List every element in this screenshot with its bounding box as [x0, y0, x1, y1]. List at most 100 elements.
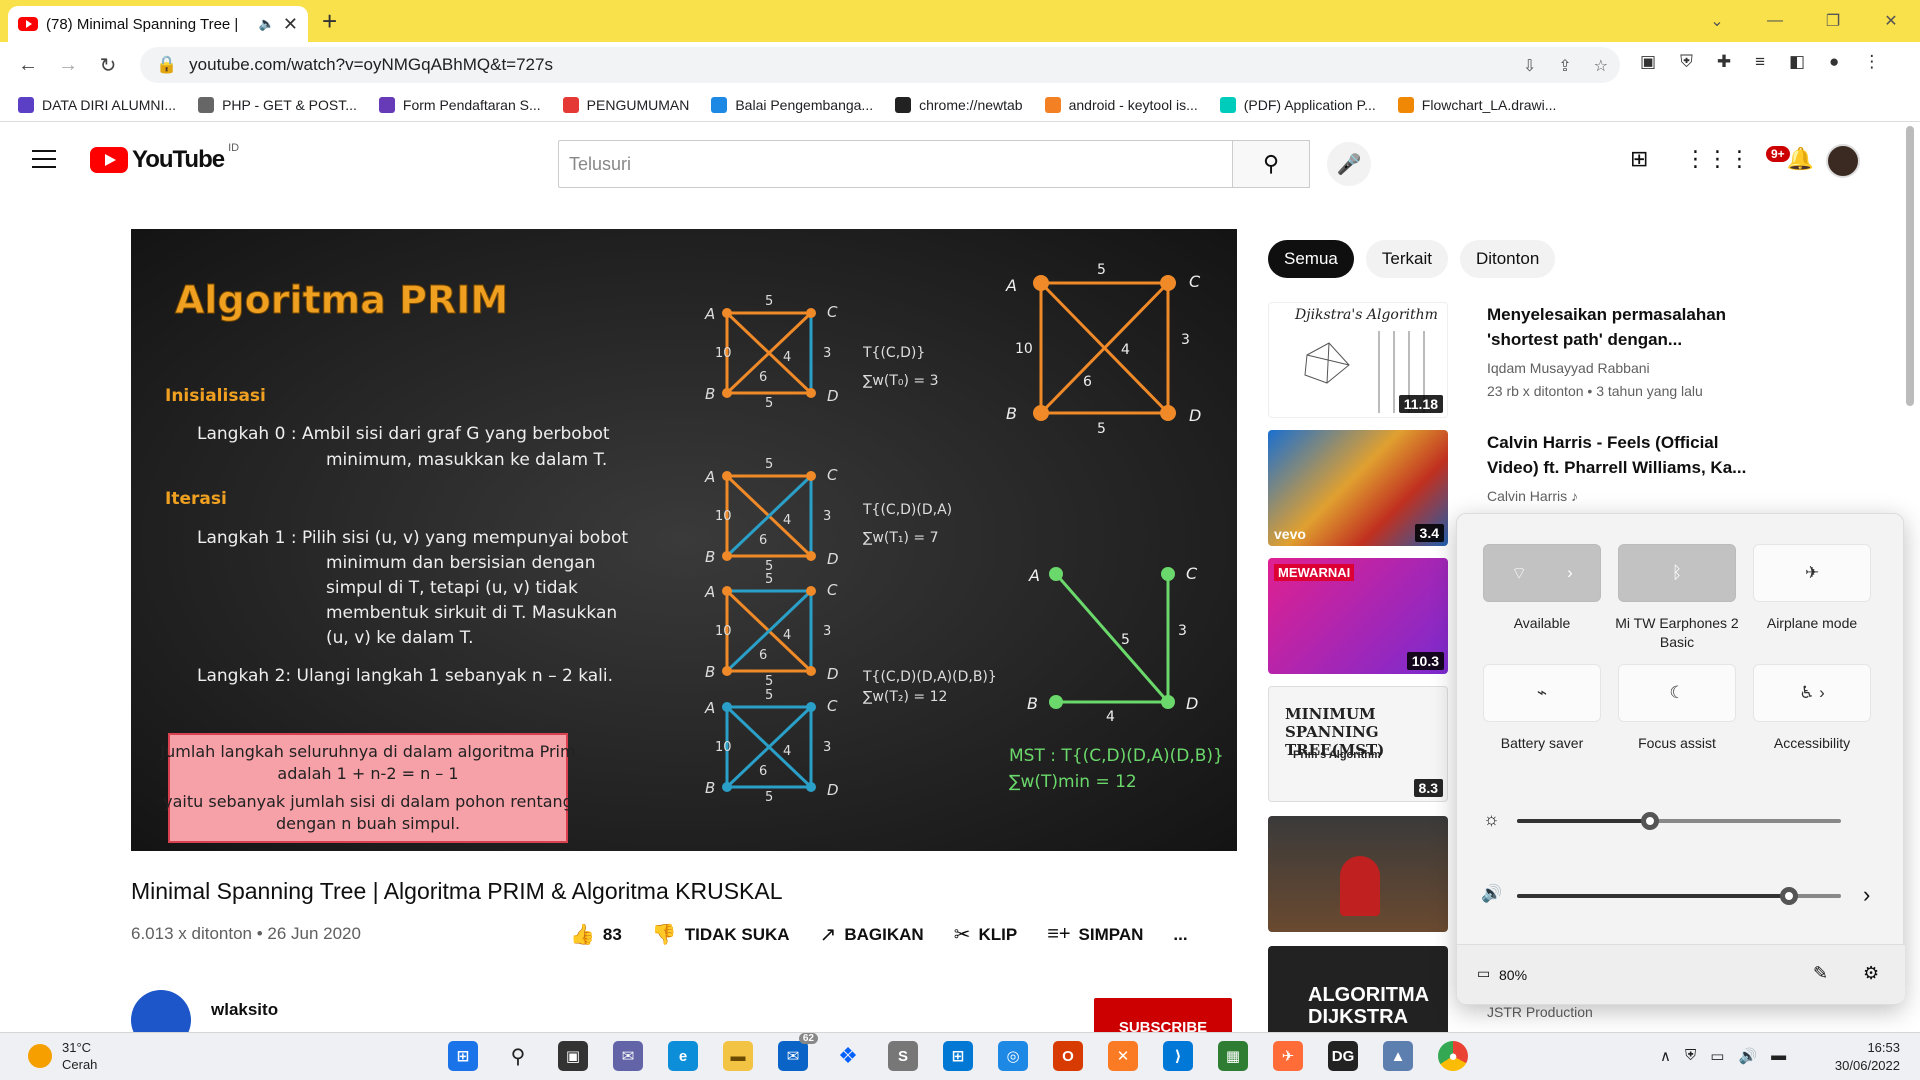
app-swirl-icon[interactable]: ◎	[998, 1041, 1028, 1071]
speaker-icon[interactable]: 🔈	[259, 16, 275, 32]
search-button[interactable]: ⚲	[1232, 140, 1310, 188]
menu-hamburger-icon[interactable]	[32, 150, 56, 168]
new-tab-button[interactable]: +	[322, 6, 337, 37]
search-icon[interactable]: ⚲	[503, 1041, 533, 1071]
bookmark-item[interactable]: Balai Pengembanga...	[711, 96, 873, 113]
file-explorer-icon[interactable]: ▬	[723, 1041, 753, 1071]
tab-search-icon[interactable]: ⌄	[1688, 11, 1746, 31]
chip-ditonton[interactable]: Ditonton	[1459, 240, 1556, 278]
app-window-icon[interactable]: ▦	[1218, 1041, 1248, 1071]
related-channel[interactable]: Calvin Harris ♪	[1487, 488, 1578, 504]
accessibility-tile[interactable]: ♿ ›	[1753, 664, 1871, 722]
bookmark-item[interactable]: DATA DIRI ALUMNI...	[18, 96, 176, 113]
vscode-icon[interactable]: ⟩	[1163, 1041, 1193, 1071]
related-title[interactable]: Menyelesaikan permasalahan 'shortest pat…	[1487, 302, 1747, 352]
start-windows-icon[interactable]: ⊞	[448, 1041, 478, 1071]
channel-name[interactable]: wlaksito	[211, 1000, 278, 1020]
chrome-icon[interactable]: ●	[1438, 1041, 1468, 1071]
more-actions-button[interactable]: ...	[1173, 925, 1187, 945]
install-icon[interactable]: ⇩	[1523, 56, 1536, 76]
voice-search-button[interactable]: 🎤	[1327, 142, 1371, 186]
vpn-shield-icon[interactable]: ⛨	[1685, 1047, 1696, 1065]
related-thumbnail[interactable]: MEWARNAI 10.3	[1268, 558, 1448, 674]
notifications-bell-icon[interactable]: 🔔	[1786, 146, 1813, 172]
related-thumbnail[interactable]: MINIMUM SPANNING TREE(MST) Prim's Algori…	[1268, 686, 1448, 802]
apps-grid-icon[interactable]: ⋮⋮⋮	[1684, 146, 1750, 172]
save-button[interactable]: ≡+ SIMPAN	[1047, 923, 1143, 946]
related-channel[interactable]: Iqdam Musayyad Rabbani	[1487, 360, 1650, 376]
datagrip-icon[interactable]: DG	[1328, 1041, 1358, 1071]
volume-tray-icon[interactable]: 🔊	[1738, 1047, 1757, 1065]
shield-icon[interactable]: ⛨	[1680, 52, 1693, 72]
dropbox-icon[interactable]: ❖	[833, 1041, 863, 1071]
brightness-slider[interactable]	[1517, 812, 1841, 830]
extension-a-icon[interactable]: ▣	[1640, 52, 1656, 72]
task-view-icon[interactable]: ▣	[558, 1041, 588, 1071]
media-queue-icon[interactable]: ≡	[1755, 52, 1765, 72]
bookmark-item[interactable]: PHP - GET & POST...	[198, 96, 357, 113]
bookmark-star-icon[interactable]: ☆	[1594, 56, 1608, 76]
edge-icon[interactable]: e	[668, 1041, 698, 1071]
clock[interactable]: 16:53 30/06/2022	[1822, 1039, 1900, 1075]
sublime-icon[interactable]: S	[888, 1041, 918, 1071]
reload-button[interactable]: ↻	[88, 53, 128, 78]
chip-semua[interactable]: Semua	[1268, 240, 1354, 278]
edit-pencil-icon[interactable]: ✎	[1813, 963, 1828, 984]
share-icon[interactable]: ⇪	[1558, 56, 1571, 76]
bookmark-item[interactable]: Flowchart_LA.drawi...	[1397, 96, 1556, 113]
wifi-tile[interactable]: ⌔ ›	[1483, 544, 1601, 602]
browser-tab[interactable]: (78) Minimal Spanning Tree | 🔈 ✕	[8, 6, 308, 42]
lock-icon[interactable]: 🔒	[156, 55, 177, 75]
menu-kebab-icon[interactable]: ⋮	[1863, 52, 1880, 72]
video-player[interactable]: Algoritma PRIM Inisialisasi Langkah 0 : …	[131, 229, 1237, 851]
bookmark-item[interactable]: chrome://newtab	[895, 96, 1023, 113]
user-avatar[interactable]	[1826, 144, 1860, 178]
related-thumbnail[interactable]	[1268, 816, 1448, 932]
page-scrollbar[interactable]	[1906, 126, 1914, 406]
network-icon[interactable]: ▭	[1710, 1047, 1724, 1065]
related-channel[interactable]: JSTR Production	[1487, 1004, 1593, 1020]
store-icon[interactable]: ⊞	[943, 1041, 973, 1071]
office-icon[interactable]: O	[1053, 1041, 1083, 1071]
weather-widget[interactable]: 31°C Cerah	[28, 1039, 97, 1073]
related-thumbnail[interactable]: Djikstra's Algorithm 11.18	[1268, 302, 1448, 418]
volume-slider[interactable]	[1517, 887, 1841, 905]
battery-percent[interactable]: 80%	[1499, 967, 1527, 983]
mail-icon[interactable]: ✉ 62	[778, 1033, 818, 1071]
bluetooth-tile[interactable]: ᛒ	[1618, 544, 1736, 602]
chevron-right-icon[interactable]: ›	[1567, 563, 1573, 583]
postman-icon[interactable]: ✈	[1273, 1041, 1303, 1071]
profile-icon[interactable]: ●	[1829, 52, 1839, 72]
settings-gear-icon[interactable]: ⚙	[1863, 963, 1879, 984]
chart-app-icon[interactable]: ▲	[1383, 1041, 1413, 1071]
battery-tray-icon[interactable]: ▬	[1771, 1047, 1786, 1065]
focus-assist-tile[interactable]: ☾	[1618, 664, 1736, 722]
tab-close-button[interactable]: ✕	[283, 14, 298, 35]
brightness-knob[interactable]	[1640, 812, 1659, 830]
extensions-puzzle-icon[interactable]: ✚	[1717, 52, 1731, 72]
search-input[interactable]: Telusuri	[558, 140, 1233, 188]
forward-button[interactable]: →	[48, 54, 88, 77]
create-video-icon[interactable]: ⊞	[1630, 146, 1648, 172]
xampp-icon[interactable]: ✕	[1108, 1041, 1138, 1071]
airplane-tile[interactable]: ✈	[1753, 544, 1871, 602]
tray-chevron-up-icon[interactable]: ∧	[1660, 1047, 1671, 1065]
address-bar[interactable]: 🔒 youtube.com/watch?v=oyNMGqABhMQ&t=727s…	[140, 47, 1620, 83]
like-button[interactable]: 👍 83	[570, 922, 622, 947]
dislike-button[interactable]: 👎 TIDAK SUKA	[652, 922, 790, 947]
related-title[interactable]: Calvin Harris - Feels (Official Video) f…	[1487, 430, 1747, 480]
clip-button[interactable]: ✂ KLIP	[954, 922, 1018, 947]
back-button[interactable]: ←	[8, 54, 48, 77]
volume-knob[interactable]	[1780, 887, 1799, 905]
bookmark-item[interactable]: Form Pendaftaran S...	[378, 96, 541, 113]
bookmark-item[interactable]: PENGUMUMAN	[562, 96, 689, 113]
close-window-button[interactable]: ✕	[1862, 11, 1920, 31]
battery-saver-tile[interactable]: ⌁	[1483, 664, 1601, 722]
bookmark-item[interactable]: (PDF) Application P...	[1219, 96, 1376, 113]
share-button[interactable]: ↗ BAGIKAN	[820, 922, 924, 947]
side-panel-icon[interactable]: ◧	[1789, 52, 1805, 72]
audio-output-chevron-icon[interactable]: ›	[1863, 882, 1870, 908]
bookmark-item[interactable]: android - keytool is...	[1044, 96, 1198, 113]
teams-chat-icon[interactable]: ✉	[613, 1041, 643, 1071]
chip-terkait[interactable]: Terkait	[1365, 240, 1448, 278]
